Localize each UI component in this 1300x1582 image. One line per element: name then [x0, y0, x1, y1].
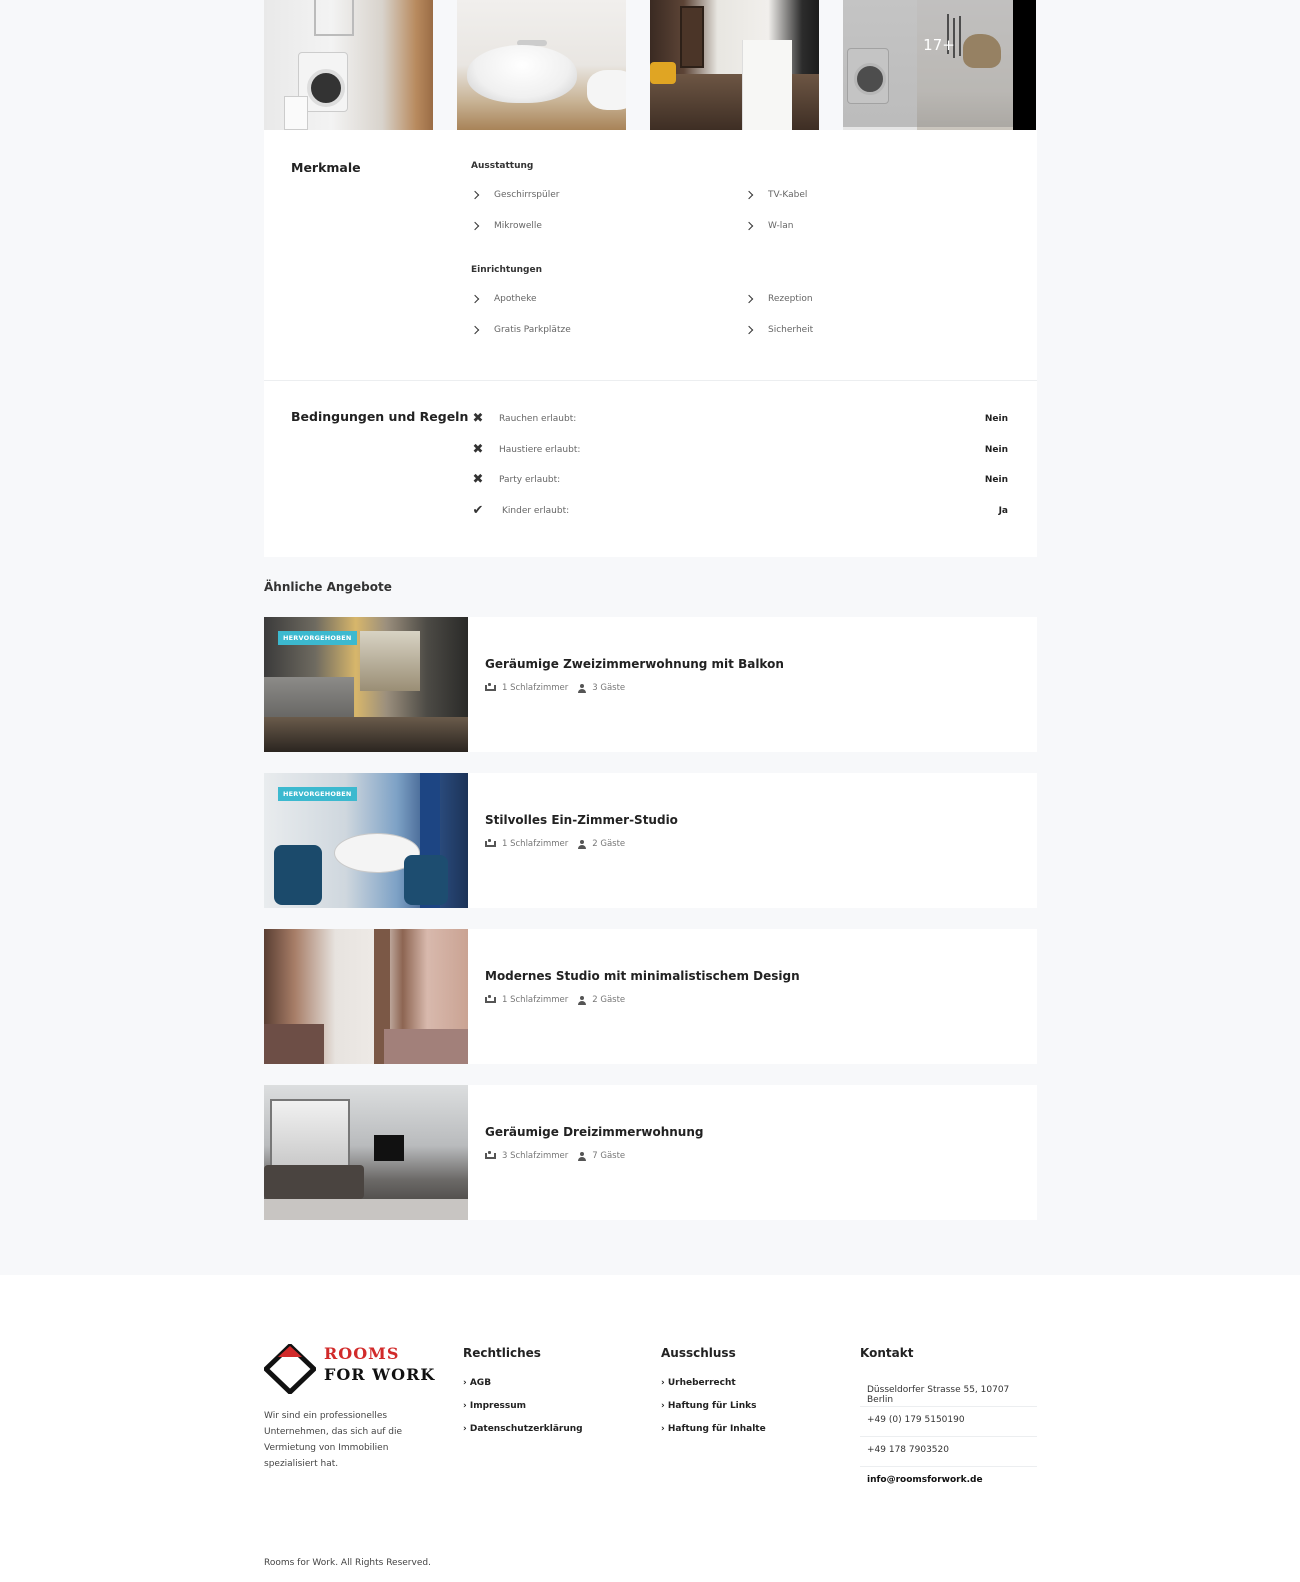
rule-row: ✔ Kinder erlaubt: Ja	[472, 503, 1008, 518]
bed-icon	[485, 1151, 496, 1159]
logo-text-for-work: FOR WORK	[324, 1365, 436, 1384]
company-description: Wir sind ein professionelles Unternehmen…	[264, 1411, 403, 1469]
feature-item: Geschirrspüler	[470, 190, 559, 200]
gallery-more-count[interactable]: 17+	[843, 36, 1035, 54]
footer-link-haftung-links[interactable]: › Haftung für Links	[661, 1401, 757, 1411]
site-footer: ROOMS FOR WORK Wir sind ein professionel…	[0, 1275, 1300, 1582]
footer-link-impressum[interactable]: › Impressum	[463, 1401, 526, 1411]
user-icon	[578, 839, 587, 849]
footer-heading-contact: Kontakt	[860, 1346, 914, 1360]
guest-count: 2 Gäste	[592, 995, 626, 1005]
chevron-right-icon	[470, 325, 480, 335]
listing-title[interactable]: Modernes Studio mit minimalistischem Des…	[485, 969, 1037, 983]
features-title: Merkmale	[291, 160, 361, 175]
chevron-right-icon	[470, 294, 480, 304]
copyright-text: Rooms for Work. All Rights Reserved.	[264, 1558, 431, 1568]
listing-title[interactable]: Geräumige Dreizimmerwohnung	[485, 1125, 1037, 1139]
bedroom-count: 1 Schlafzimmer	[502, 683, 569, 693]
feature-item: W-lan	[744, 221, 794, 231]
cross-icon: ✖	[472, 472, 484, 487]
guest-count: 2 Gäste	[592, 839, 626, 849]
footer-link-datenschutz[interactable]: › Datenschutzerklärung	[463, 1424, 583, 1434]
rules-title: Bedingungen und Regeln	[291, 409, 469, 424]
feature-item: Rezeption	[744, 294, 813, 304]
bedroom-count: 3 Schlafzimmer	[502, 1151, 569, 1161]
features-group-title: Ausstattung	[471, 161, 534, 171]
footer-link-urheberrecht[interactable]: › Urheberrecht	[661, 1378, 736, 1388]
listing-card[interactable]: Modernes Studio mit minimalistischem Des…	[264, 929, 1037, 1064]
listing-card[interactable]: HERVORGEHOBEN Geräumige Zweizimmerwohnun…	[264, 617, 1037, 752]
listing-photo[interactable]: HERVORGEHOBEN	[264, 617, 468, 752]
brand-logo[interactable]: ROOMS FOR WORK	[264, 1344, 444, 1394]
gallery-photo-2[interactable]	[457, 0, 626, 130]
photo-gallery: 17+	[264, 0, 1037, 130]
gallery-photo-1[interactable]	[264, 0, 433, 130]
divider	[860, 1436, 1037, 1437]
check-icon: ✔	[472, 503, 484, 518]
logo-text-rooms: ROOMS	[324, 1344, 400, 1363]
bed-icon	[485, 683, 496, 691]
similar-offers-title: Ähnliche Angebote	[264, 580, 392, 594]
footer-link-agb[interactable]: › AGB	[463, 1378, 491, 1388]
chevron-right-icon	[470, 221, 480, 231]
user-icon	[578, 995, 587, 1005]
chevron-right-icon	[744, 325, 754, 335]
features-group-title: Einrichtungen	[471, 265, 542, 275]
footer-heading-disclaimer: Ausschluss	[661, 1346, 736, 1360]
listing-title[interactable]: Geräumige Zweizimmerwohnung mit Balkon	[485, 657, 1037, 671]
divider	[860, 1406, 1037, 1407]
bed-icon	[485, 839, 496, 847]
listing-card[interactable]: HERVORGEHOBEN Stilvolles Ein-Zimmer-Stud…	[264, 773, 1037, 908]
feature-item: Gratis Parkplätze	[470, 325, 571, 335]
chevron-right-icon	[744, 190, 754, 200]
feature-item: Apotheke	[470, 294, 537, 304]
bedroom-count: 1 Schlafzimmer	[502, 995, 569, 1005]
user-icon	[578, 1151, 587, 1161]
logo-diamond-icon	[264, 1344, 316, 1394]
gallery-photo-more[interactable]: 17+	[843, 0, 1036, 130]
rule-row: ✖ Party erlaubt: Nein	[472, 472, 1008, 487]
listing-photo[interactable]	[264, 1085, 468, 1220]
chevron-right-icon	[744, 294, 754, 304]
feature-item: Sicherheit	[744, 325, 813, 335]
contact-email[interactable]: info@roomsforwork.de	[860, 1475, 1037, 1485]
rule-row: ✖ Haustiere erlaubt: Nein	[472, 442, 1008, 457]
cross-icon: ✖	[472, 411, 484, 426]
contact-phone-1[interactable]: +49 (0) 179 5150190	[860, 1415, 1037, 1425]
bed-icon	[485, 995, 496, 1003]
guest-count: 3 Gäste	[592, 683, 626, 693]
contact-address: Düsseldorfer Strasse 55, 10707 Berlin	[867, 1385, 1010, 1405]
rule-row: ✖ Rauchen erlaubt: Nein	[472, 411, 1008, 426]
footer-link-haftung-inhalte[interactable]: › Haftung für Inhalte	[661, 1424, 766, 1434]
featured-badge: HERVORGEHOBEN	[278, 631, 357, 645]
chevron-right-icon	[744, 221, 754, 231]
featured-badge: HERVORGEHOBEN	[278, 787, 357, 801]
features-card: Merkmale Ausstattung Geschirrspüler TV-K…	[264, 130, 1037, 381]
cross-icon: ✖	[472, 442, 484, 457]
contact-phone-2[interactable]: +49 178 7903520	[860, 1445, 1037, 1455]
feature-item: TV-Kabel	[744, 190, 807, 200]
listing-photo[interactable]: HERVORGEHOBEN	[264, 773, 468, 908]
listing-photo[interactable]	[264, 929, 468, 1064]
bedroom-count: 1 Schlafzimmer	[502, 839, 569, 849]
footer-heading-legal: Rechtliches	[463, 1346, 541, 1360]
listing-title[interactable]: Stilvolles Ein-Zimmer-Studio	[485, 813, 1037, 827]
user-icon	[578, 683, 587, 693]
listing-card[interactable]: Geräumige Dreizimmerwohnung 3 Schlafzimm…	[264, 1085, 1037, 1220]
guest-count: 7 Gäste	[592, 1151, 626, 1161]
chevron-right-icon	[470, 190, 480, 200]
divider	[860, 1466, 1037, 1467]
gallery-photo-3[interactable]	[650, 0, 819, 130]
feature-item: Mikrowelle	[470, 221, 542, 231]
rules-card: Bedingungen und Regeln ✖ Rauchen erlaubt:…	[264, 381, 1037, 557]
